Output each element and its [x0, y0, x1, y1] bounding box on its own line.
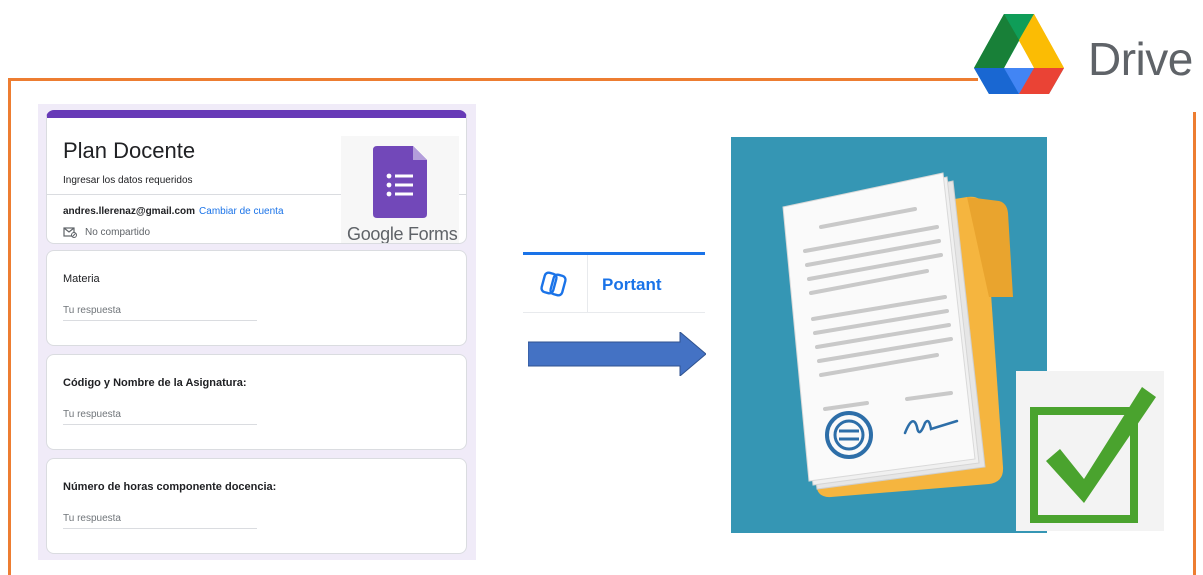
not-shared-status: No compartido — [63, 226, 150, 238]
frame-right-line — [1193, 112, 1196, 575]
signed-document-icon — [782, 172, 1013, 498]
answer-input[interactable] — [63, 509, 257, 529]
google-forms-label: Google Forms — [347, 224, 458, 244]
form-header-card: Plan Docente Ingresar los datos requerid… — [46, 110, 467, 244]
form-title: Plan Docente — [63, 138, 196, 163]
question-label: Número de horas componente docencia: — [63, 481, 277, 493]
portant-label: Portant — [602, 275, 662, 294]
signed-document-image — [731, 137, 1047, 533]
account-email: andres.llerenaz@gmail.com — [63, 206, 196, 217]
switch-account-link[interactable]: Cambiar de cuenta — [199, 206, 284, 217]
checkmark-image — [1016, 371, 1164, 531]
not-shared-label: No compartido — [85, 226, 151, 238]
question-label: Código y Nombre de la Asignatura: — [63, 377, 247, 389]
answer-input[interactable] — [63, 301, 257, 321]
answer-input[interactable] — [63, 405, 257, 425]
question-card-asignatura: Código y Nombre de la Asignatura: — [46, 354, 467, 450]
frame-left-line — [8, 78, 11, 575]
question-label: Materia — [63, 273, 100, 285]
checkmark-icon — [1030, 387, 1156, 523]
google-form-screenshot: Plan Docente Ingresar los datos requerid… — [38, 104, 476, 560]
question-card-materia: Materia — [46, 250, 467, 346]
google-forms-icon — [373, 146, 427, 218]
right-arrow-icon — [528, 332, 706, 376]
frame-top-line — [8, 78, 978, 81]
google-drive-icon — [974, 14, 1064, 94]
not-shared-icon — [63, 227, 77, 238]
portant-logo: Portant — [523, 252, 705, 313]
question-card-horas: Número de horas componente docencia: — [46, 458, 467, 554]
drive-label: Drive — [1088, 33, 1193, 85]
google-forms-logo: Google Forms — [341, 136, 459, 244]
portant-icon — [540, 271, 567, 297]
account-line: andres.llerenaz@gmail.com Cambiar de cuen… — [63, 206, 284, 217]
portant-bottom-line — [523, 312, 705, 313]
portant-separator — [587, 255, 588, 313]
form-description: Ingresar los datos requeridos — [63, 175, 193, 186]
